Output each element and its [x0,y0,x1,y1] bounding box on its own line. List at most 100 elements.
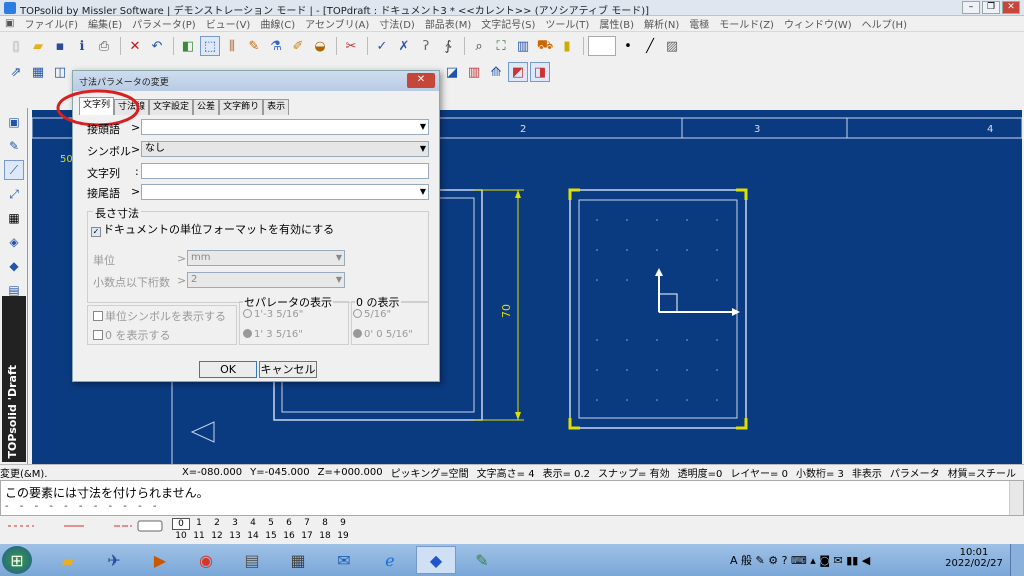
status-layer[interactable]: レイヤー= 0 [730,465,788,480]
cylinder-icon[interactable]: ▮ [557,36,577,56]
new-icon[interactable]: ▯ [6,36,26,56]
separator-option-1[interactable]: 1'-3 5/16" [243,309,303,320]
menu-mold[interactable]: モールド(Z) [714,16,779,31]
status-hidden[interactable]: 非表示 [852,465,882,480]
view-icon[interactable]: ▥ [513,36,533,56]
layer-18[interactable]: 18 [316,531,334,541]
cross-icon[interactable]: ✗ [394,36,414,56]
text-field[interactable] [141,163,429,179]
outlook-icon[interactable]: ✉ [324,546,364,574]
save-icon[interactable]: ▪ [50,36,70,56]
topsolid-taskbar-icon[interactable]: ◆ [416,546,456,574]
formula-icon[interactable]: ∱ [438,36,458,56]
doc-format-checkbox[interactable]: ✓ ドキュメントの単位フォーマットを有効にする [91,221,334,237]
layer-16[interactable]: 16 [280,531,298,541]
pen-icon[interactable]: ✎ [244,36,264,56]
table-icon[interactable]: ▦ [4,208,24,228]
tab-tolerance[interactable]: 公差 [193,99,220,115]
layer-15[interactable]: 15 [262,531,280,541]
menu-tools[interactable]: ツール(T) [540,16,594,31]
status-transparency[interactable]: 透明度=0 [678,465,723,480]
minimize-icon[interactable]: – [962,1,980,14]
zero-option-2[interactable]: 0' 0 5/16" [353,329,413,340]
menu-assembly[interactable]: アセンブリ(A) [300,16,374,31]
menu-analysis[interactable]: 解析(N) [639,16,684,31]
layer-2[interactable]: 2 [208,518,226,530]
menu-electrode[interactable]: 電極 [684,16,714,31]
line-icon[interactable]: ⟋ [4,160,24,180]
tab-text-settings[interactable]: 文字設定 [149,99,194,115]
menu-window[interactable]: ウィンドウ(W) [779,16,857,31]
print-icon[interactable]: ⎙ [94,36,114,56]
tool-app-icon[interactable]: ✈ [94,546,134,574]
layer-7[interactable]: 7 [298,518,316,530]
scissors-icon[interactable]: ✂ [341,36,361,56]
status-snap[interactable]: スナップ= 有効 [598,465,670,480]
status-picking[interactable]: ピッキング=空間 [391,465,469,480]
clock[interactable]: 10:01 2022/02/27 [944,547,1004,569]
layer-3[interactable]: 3 [226,518,244,530]
dim-chart-icon[interactable]: ▥ [464,62,484,82]
start-icon[interactable]: ⊞ [2,546,32,574]
menu-icon[interactable]: ▣ [0,18,19,29]
select-icon[interactable]: ▣ [4,112,24,132]
check-icon[interactable]: ✓ [372,36,392,56]
eraser-icon[interactable]: ◒ [310,36,330,56]
hook-icon[interactable]: ʔ [416,36,436,56]
cancel-button[interactable]: キャンセル [259,361,317,378]
chart-icon[interactable]: ▦ [28,62,48,82]
hatch-icon[interactable]: ▨ [662,36,682,56]
layer-12[interactable]: 12 [208,531,226,541]
layer-13[interactable]: 13 [226,531,244,541]
status-parameter[interactable]: パラメータ [890,465,940,480]
menu-curve[interactable]: 曲線(C) [255,16,300,31]
layers-icon[interactable]: ◈ [4,232,24,252]
dim-style-icon[interactable]: ◪ [442,62,462,82]
tune-icon[interactable]: ⫼ [222,36,242,56]
solid-icon[interactable]: ◆ [4,256,24,276]
layer-6[interactable]: 6 [280,518,298,530]
ie-icon[interactable]: ℯ [370,546,410,574]
show-unit-symbol-checkbox[interactable]: 単位シンボルを表示する [93,308,226,324]
tab-display[interactable]: 表示 [263,99,290,115]
prefix-field[interactable]: ▼ [141,119,429,135]
layer-icon[interactable]: ◫ [50,62,70,82]
dim-tool-icon[interactable]: ⟰ [486,62,506,82]
point-style-icon[interactable]: • [618,36,638,56]
layer-11[interactable]: 11 [190,531,208,541]
menu-file[interactable]: ファイル(F) [19,16,83,31]
explorer-icon[interactable]: ▰ [48,546,88,574]
select-icon[interactable]: ⬚ [200,36,220,56]
layer-17[interactable]: 17 [298,531,316,541]
menu-view[interactable]: ビュー(V) [201,16,256,31]
paint-icon[interactable]: ⚗ [266,36,286,56]
layer-8[interactable]: 8 [316,518,334,530]
layer-14[interactable]: 14 [244,531,262,541]
menu-parameter[interactable]: パラメータ(P) [127,16,201,31]
paint-app-icon[interactable]: ✎ [462,546,502,574]
layer-1[interactable]: 1 [190,518,208,530]
zoom-icon[interactable]: ⌕ [469,36,489,56]
status-display[interactable]: 表示= 0.2 [543,465,590,480]
pencil-icon[interactable]: ✎ [4,136,24,156]
chrome-icon[interactable]: ◉ [186,546,226,574]
layer-0[interactable]: 0 [172,518,190,530]
message-scrollbar[interactable] [1009,481,1023,515]
car-icon[interactable]: ⛟ [535,36,555,56]
undo-icon[interactable]: ↶ [147,36,167,56]
fast-icon[interactable]: ⇗ [6,62,26,82]
separator-option-2[interactable]: 1' 3 5/16" [243,329,303,340]
layer-5[interactable]: 5 [262,518,280,530]
tab-text-decoration[interactable]: 文字飾り [219,99,264,115]
layer-10[interactable]: 10 [172,531,190,541]
menu-bom[interactable]: 部品表(M) [420,16,476,31]
properties-icon[interactable]: ℹ [72,36,92,56]
notes-icon[interactable]: ▤ [232,546,272,574]
menu-edit[interactable]: 編集(E) [83,16,127,31]
fit-icon[interactable]: ⛶ [491,36,511,56]
restore-icon[interactable]: ❐ [982,1,1000,14]
ok-button[interactable]: OK [199,361,257,378]
dialog-close-icon[interactable]: ✕ [407,73,435,88]
menu-attribute[interactable]: 属性(B) [594,16,639,31]
layer-4[interactable]: 4 [244,518,262,530]
